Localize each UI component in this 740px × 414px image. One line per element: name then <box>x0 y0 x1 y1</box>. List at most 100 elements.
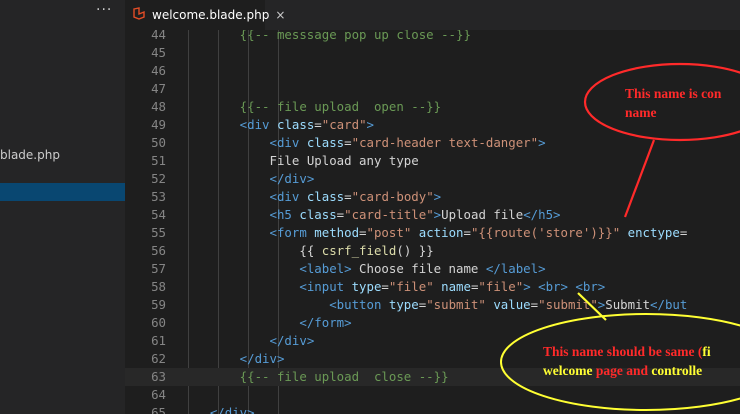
code-token: "submit" <box>426 297 494 312</box>
code-token: type <box>351 279 382 294</box>
close-icon[interactable]: × <box>275 8 285 22</box>
code-line[interactable]: 44 {{-- messsage pop up close --}} <box>125 30 740 44</box>
line-code: <div class="card-header text-danger"> <box>270 134 546 152</box>
code-token: = <box>679 225 688 240</box>
code-token: {{-- file upload open --}} <box>239 99 442 114</box>
code-line[interactable]: 55 <form method="post" action="{{route('s… <box>125 224 740 242</box>
line-code: <input type="file" name="file"> <br> <br… <box>299 278 605 296</box>
line-code: {{-- file upload open --}} <box>240 98 441 116</box>
code-token: </div> <box>209 405 255 414</box>
line-number: 58 <box>151 279 166 294</box>
code-token: <div <box>269 189 307 204</box>
code-token: <div <box>269 135 307 150</box>
explorer-selected-item[interactable] <box>0 183 125 201</box>
line-code: </form> <box>299 314 351 332</box>
code-token: action <box>418 225 464 240</box>
code-token: = <box>314 117 322 132</box>
code-line[interactable]: 51 File Upload any type <box>125 152 740 170</box>
code-token: = <box>344 135 352 150</box>
code-token: </h5> <box>523 207 561 222</box>
line-code: </div> <box>210 404 255 414</box>
code-token: type <box>388 297 419 312</box>
code-token: <div <box>239 117 277 132</box>
line-code: </div> <box>240 350 285 368</box>
code-token: class <box>306 135 345 150</box>
code-token: </form> <box>299 315 352 330</box>
line-number: 47 <box>151 81 166 96</box>
code-token: Choose file name <box>351 261 486 276</box>
tab-title: welcome.blade.php <box>152 8 270 22</box>
code-editor[interactable]: 44 {{-- messsage pop up close --}} 45 46 47 4… <box>125 30 740 414</box>
code-token: > <box>366 117 374 132</box>
code-token: File Upload any type <box>269 153 419 168</box>
code-token: > <box>538 135 546 150</box>
code-token: </div> <box>269 333 315 348</box>
code-line[interactable]: 50 <div class="card-header text-danger"> <box>125 134 740 152</box>
line-number: 55 <box>151 225 166 240</box>
line-number: 62 <box>151 351 166 366</box>
code-line[interactable]: 48 {{-- file upload open --}} <box>125 98 740 116</box>
line-number: 65 <box>151 405 166 414</box>
code-token: csrf_field <box>321 243 397 258</box>
line-code: <h5 class="card-title">Upload file</h5> <box>270 206 561 224</box>
code-line[interactable]: 46 <box>125 62 740 80</box>
code-line[interactable]: 53 <div class="card-body"> <box>125 188 740 206</box>
code-token: "card" <box>321 117 367 132</box>
code-token: <input <box>299 279 352 294</box>
line-number: 59 <box>151 297 166 312</box>
code-line[interactable]: 65 </div> <box>125 404 740 414</box>
code-token: class <box>299 207 337 222</box>
tab-welcome-blade[interactable]: welcome.blade.php × <box>125 0 285 30</box>
code-token: class <box>276 117 315 132</box>
code-token: value <box>493 297 531 312</box>
code-line[interactable]: 58 <input type="file" name="file"> <br> <… <box>125 278 740 296</box>
line-number: 60 <box>151 315 166 330</box>
line-code: <label> Choose file name </label> <box>299 260 545 278</box>
code-token: name <box>441 279 471 294</box>
code-token: "card-body" <box>351 189 434 204</box>
code-token: > <box>433 189 442 204</box>
code-line[interactable]: 54 <h5 class="card-title">Upload file</h5… <box>125 206 740 224</box>
code-line[interactable]: 63 {{-- file upload close --}} <box>125 368 740 386</box>
code-line[interactable]: 60 </form> <box>125 314 740 332</box>
code-token: {{-- file upload close --}} <box>239 369 449 384</box>
line-number: 54 <box>151 207 166 222</box>
code-line[interactable]: 47 <box>125 80 740 98</box>
laravel-icon <box>133 7 146 23</box>
line-code: <div class="card"> <box>240 116 374 134</box>
code-token: Submit <box>605 297 651 312</box>
line-number: 53 <box>151 189 166 204</box>
code-token: </div> <box>239 351 285 366</box>
code-token: {{-- messsage pop up close --}} <box>239 30 471 42</box>
line-number: 64 <box>151 387 166 402</box>
code-token: "card-title" <box>344 207 434 222</box>
code-line[interactable]: 61 </div> <box>125 332 740 350</box>
code-line[interactable]: 45 <box>125 44 740 62</box>
ellipsis-icon[interactable]: ··· <box>96 2 112 18</box>
code-line[interactable]: 49 <div class="card"> <box>125 116 740 134</box>
line-code: File Upload any type <box>270 152 419 170</box>
line-number: 46 <box>151 63 166 78</box>
code-line[interactable]: 62 </div> <box>125 350 740 368</box>
code-line[interactable]: 52 </div> <box>125 170 740 188</box>
code-token: method <box>314 225 360 240</box>
code-token: enctype <box>627 225 680 240</box>
code-token: "{{route('store')}}" <box>470 225 628 240</box>
line-code: </div> <box>270 332 315 350</box>
code-line[interactable]: 56 {{ csrf_field() }} <box>125 242 740 260</box>
line-number: 61 <box>151 333 166 348</box>
code-line[interactable]: 59 <button type="submit" value="submit">S… <box>125 296 740 314</box>
code-token: = <box>344 189 352 204</box>
code-token: () }} <box>396 243 434 258</box>
code-token: {{ <box>299 243 322 258</box>
code-line[interactable]: 57 <label> Choose file name </label> <box>125 260 740 278</box>
code-line[interactable]: 64 <box>125 386 740 404</box>
explorer-file-item[interactable]: blade.php <box>0 148 60 162</box>
line-code: {{ csrf_field() }} <box>299 242 433 260</box>
line-code: {{-- messsage pop up close --}} <box>240 30 471 44</box>
code-token: "file" <box>388 279 442 294</box>
code-token: <label> <box>299 261 352 276</box>
code-token: </div> <box>269 171 315 186</box>
code-token: Upload file <box>441 207 524 222</box>
line-code: <form method="post" action="{{route('sto… <box>270 224 688 242</box>
